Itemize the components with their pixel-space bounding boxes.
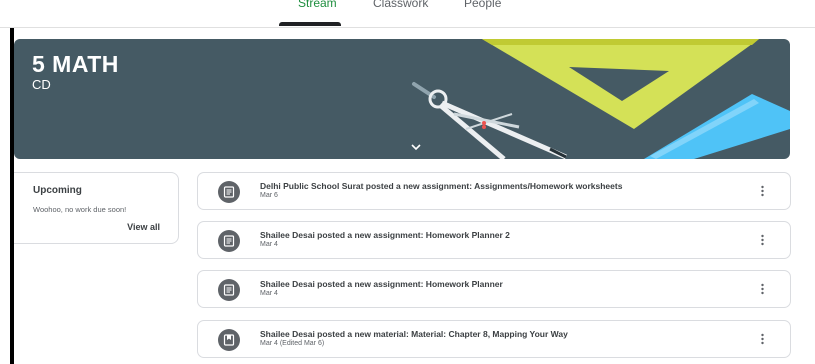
stream-item-date: Mar 6: [260, 192, 278, 199]
stream-item[interactable]: Shailee Desai posted a new assignment: H…: [197, 221, 791, 259]
upcoming-message: Woohoo, no work due soon!: [33, 205, 127, 214]
upcoming-panel: Upcoming Woohoo, no work due soon! View …: [14, 172, 179, 244]
assignment-icon: [218, 230, 240, 252]
more-options-icon[interactable]: [761, 234, 764, 246]
class-banner: 5 MATH CD: [14, 39, 790, 159]
chevron-down-icon[interactable]: [409, 142, 423, 152]
stream-item-title: Shailee Desai posted a new assignment: H…: [260, 230, 510, 240]
class-tabs: Stream Classwork People: [0, 0, 815, 28]
stream-item[interactable]: Shailee Desai posted a new material: Mat…: [197, 320, 791, 358]
active-tab-indicator: [279, 22, 341, 26]
stream-item-title: Shailee Desai posted a new assignment: H…: [260, 279, 503, 289]
view-all-link[interactable]: View all: [127, 222, 160, 232]
stream-item[interactable]: Delhi Public School Surat posted a new a…: [197, 172, 791, 210]
more-options-icon[interactable]: [761, 333, 764, 345]
material-icon: [218, 329, 240, 351]
stream-item-title: Delhi Public School Surat posted a new a…: [260, 181, 623, 191]
assignment-icon: [218, 181, 240, 203]
assignment-icon: [218, 279, 240, 301]
class-section: CD: [32, 77, 51, 92]
stream-item[interactable]: Shailee Desai posted a new assignment: H…: [197, 270, 791, 308]
stream-item-date: Mar 4 (Edited Mar 6): [260, 340, 325, 347]
geometry-tools-illustration: [412, 39, 790, 159]
more-options-icon[interactable]: [761, 185, 764, 197]
class-title: 5 MATH: [32, 51, 119, 77]
stream-item-date: Mar 4: [260, 241, 278, 248]
upcoming-title: Upcoming: [33, 185, 82, 196]
stream-item-date: Mar 4: [260, 290, 278, 297]
more-options-icon[interactable]: [761, 283, 764, 295]
stream-item-title: Shailee Desai posted a new material: Mat…: [260, 329, 568, 339]
